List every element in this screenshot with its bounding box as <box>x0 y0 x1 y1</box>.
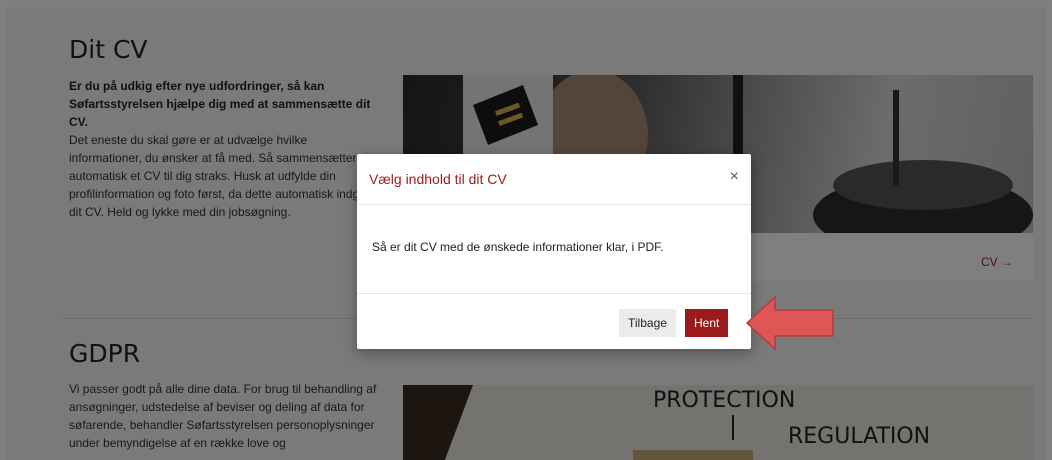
back-button[interactable]: Tilbage <box>619 309 676 337</box>
modal-message: Så er dit CV med de ønskede informatione… <box>372 240 664 254</box>
pointer-arrow-icon <box>745 295 834 351</box>
modal-title: Vælg indhold til dit CV <box>369 171 507 187</box>
modal-body: Så er dit CV med de ønskede informatione… <box>357 205 751 292</box>
modal-header: Vælg indhold til dit CV × <box>357 154 751 205</box>
cv-modal: Vælg indhold til dit CV × Så er dit CV m… <box>357 154 751 349</box>
close-icon[interactable]: × <box>730 168 739 186</box>
modal-footer: Tilbage Hent <box>357 293 751 350</box>
get-button[interactable]: Hent <box>685 309 729 337</box>
